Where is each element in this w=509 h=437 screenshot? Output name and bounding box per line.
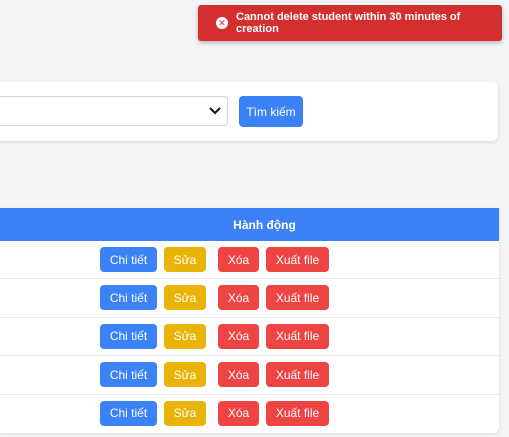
toast-message: Cannot delete student within 30 minutes … <box>236 11 461 35</box>
chevron-down-icon <box>209 107 221 115</box>
delete-button[interactable]: Xóa <box>218 400 259 426</box>
detail-button[interactable]: Chi tiết <box>100 400 157 426</box>
table-row: Chi tiết Sửa Xóa Xuất file <box>0 318 499 357</box>
delete-button[interactable]: Xóa <box>218 247 259 272</box>
students-table: Hành động Chi tiết Sửa Xóa Xuất file Chi… <box>0 208 499 433</box>
table-row: Chi tiết Sửa Xóa Xuất file <box>0 356 499 395</box>
edit-button[interactable]: Sửa <box>164 285 206 311</box>
edit-button[interactable]: Sửa <box>164 323 206 349</box>
error-toast[interactable]: ✕ Cannot delete student within 30 minute… <box>198 5 502 41</box>
edit-button[interactable]: Sửa <box>164 362 206 388</box>
table-row: Chi tiết Sửa Xóa Xuất file <box>0 279 499 318</box>
actions-column-header: Hành động <box>0 208 499 241</box>
filter-select[interactable] <box>0 96 228 126</box>
delete-button[interactable]: Xóa <box>218 285 259 311</box>
export-button[interactable]: Xuất file <box>266 400 329 426</box>
detail-button[interactable]: Chi tiết <box>100 323 157 349</box>
table-row: Chi tiết Sửa Xóa Xuất file <box>0 241 499 280</box>
edit-button[interactable]: Sửa <box>164 247 206 272</box>
detail-button[interactable]: Chi tiết <box>100 285 157 311</box>
delete-button[interactable]: Xóa <box>218 362 259 388</box>
edit-button[interactable]: Sửa <box>164 400 206 426</box>
export-button[interactable]: Xuất file <box>266 285 329 311</box>
close-circle-icon: ✕ <box>216 17 228 29</box>
detail-button[interactable]: Chi tiết <box>100 247 157 272</box>
delete-button[interactable]: Xóa <box>218 323 259 349</box>
table-row: Chi tiết Sửa Xóa Xuất file <box>0 395 499 433</box>
export-button[interactable]: Xuất file <box>266 247 329 272</box>
detail-button[interactable]: Chi tiết <box>100 362 157 388</box>
search-button[interactable]: Tìm kiếm <box>239 96 303 127</box>
export-button[interactable]: Xuất file <box>266 362 329 388</box>
export-button[interactable]: Xuất file <box>266 323 329 349</box>
